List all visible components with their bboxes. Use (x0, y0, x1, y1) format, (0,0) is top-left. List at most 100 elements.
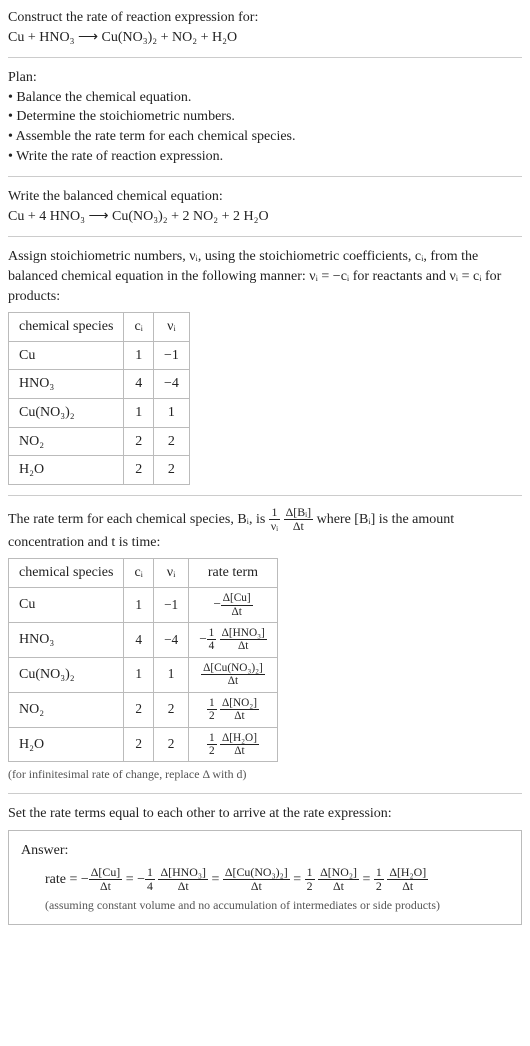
cell-species: Cu(NO₃)₂ (9, 398, 124, 427)
final-section: Set the rate terms equal to each other t… (8, 804, 522, 925)
cell-species: H₂O (9, 727, 124, 762)
cell-nui: −4 (153, 622, 188, 657)
cell-nui: 2 (153, 727, 188, 762)
table-header-row: chemical species cᵢ νᵢ rate term (9, 559, 278, 588)
delta-frac: Δ[NO₂]Δt (318, 866, 359, 893)
rate-term-section: The rate term for each chemical species,… (8, 506, 522, 783)
table-row: NO₂22 (9, 427, 190, 456)
rate-intro-part1: The rate term for each chemical species,… (8, 512, 269, 527)
cell-rate-term: −14 Δ[HNO₃]Δt (189, 622, 278, 657)
cell-species: NO₂ (9, 692, 124, 727)
cell-nui: 2 (153, 456, 189, 485)
cell-nui: −1 (153, 588, 188, 623)
plan-bullet: • Balance the chemical equation. (8, 88, 522, 108)
cell-nui: 1 (153, 657, 188, 692)
col-ci: cᵢ (124, 559, 154, 588)
cell-rate-term: Δ[Cu(NO₃)₂]Δt (189, 657, 278, 692)
balanced-equation: Cu + 4 HNO₃ ⟶ Cu(NO₃)₂ + 2 NO₂ + 2 H₂O (8, 207, 522, 227)
col-nui: νᵢ (153, 559, 188, 588)
divider (8, 57, 522, 58)
cell-ci: 2 (124, 692, 154, 727)
rate-term-intro: The rate term for each chemical species,… (8, 506, 522, 553)
coef-frac: 14 (207, 627, 217, 653)
divider (8, 176, 522, 177)
cell-rate-term: 12 Δ[H₂O]Δt (189, 727, 278, 762)
delta-frac: Δ[HNO₃]Δt (220, 627, 267, 653)
frac-delta-b-over-delta-t: Δ[Bᵢ]Δt (284, 506, 313, 533)
table-row: Cu1−1−Δ[Cu]Δt (9, 588, 278, 623)
table-row: H₂O2212 Δ[H₂O]Δt (9, 727, 278, 762)
answer-box: Answer: rate = −Δ[Cu]Δt = −14 Δ[HNO₃]Δt … (8, 830, 522, 925)
coef-frac: 12 (374, 866, 384, 893)
cell-ci: 4 (124, 370, 154, 399)
stoich-table: chemical species cᵢ νᵢ Cu1−1HNO₃4−4Cu(NO… (8, 312, 190, 485)
col-nui: νᵢ (153, 313, 189, 342)
cell-ci: 2 (124, 456, 154, 485)
cell-nui: −1 (153, 341, 189, 370)
cell-ci: 1 (124, 657, 154, 692)
final-title: Set the rate terms equal to each other t… (8, 804, 522, 824)
plan-section: Plan: • Balance the chemical equation.• … (8, 68, 522, 166)
table-header-row: chemical species cᵢ νᵢ (9, 313, 190, 342)
table-row: NO₂2212 Δ[NO₂]Δt (9, 692, 278, 727)
delta-frac: Δ[Cu(NO₃)₂]Δt (201, 662, 265, 688)
cell-ci: 2 (124, 427, 154, 456)
coef-frac: 14 (145, 866, 155, 893)
cell-rate-term: 12 Δ[NO₂]Δt (189, 692, 278, 727)
plan-bullet: • Assemble the rate term for each chemic… (8, 127, 522, 147)
problem-title: Construct the rate of reaction expressio… (8, 8, 522, 28)
coef-frac: 12 (305, 866, 315, 893)
rate-expression: rate = −Δ[Cu]Δt = −14 Δ[HNO₃]Δt = Δ[Cu(N… (21, 866, 509, 893)
frac-1-over-nu: 1νᵢ (269, 506, 280, 533)
cell-nui: 2 (153, 427, 189, 456)
stoich-intro: Assign stoichiometric numbers, νᵢ, using… (8, 247, 522, 306)
answer-label: Answer: (21, 841, 509, 861)
cell-ci: 1 (124, 398, 154, 427)
rate-table-note: (for infinitesimal rate of change, repla… (8, 766, 522, 783)
cell-species: Cu (9, 588, 124, 623)
cell-nui: 1 (153, 398, 189, 427)
table-row: H₂O22 (9, 456, 190, 485)
cell-species: HNO₃ (9, 370, 124, 399)
cell-species: NO₂ (9, 427, 124, 456)
col-species: chemical species (9, 559, 124, 588)
delta-frac: Δ[Cu]Δt (221, 592, 253, 618)
plan-title: Plan: (8, 68, 522, 88)
unbalanced-equation: Cu + HNO₃ ⟶ Cu(NO₃)₂ + NO₂ + H₂O (8, 28, 522, 48)
cell-species: H₂O (9, 456, 124, 485)
divider (8, 495, 522, 496)
col-species: chemical species (9, 313, 124, 342)
delta-frac: Δ[HNO₃]Δt (158, 866, 207, 893)
rate-terms-table: chemical species cᵢ νᵢ rate term Cu1−1−Δ… (8, 558, 278, 762)
final-note: (assuming constant volume and no accumul… (21, 897, 509, 914)
cell-species: HNO₃ (9, 622, 124, 657)
plan-bullet: • Write the rate of reaction expression. (8, 147, 522, 167)
delta-frac: Δ[Cu(NO₃)₂]Δt (223, 866, 290, 893)
delta-frac: Δ[NO₂]Δt (220, 697, 259, 723)
table-row: Cu(NO₃)₂11 (9, 398, 190, 427)
plan-bullet: • Determine the stoichiometric numbers. (8, 107, 522, 127)
cell-ci: 1 (124, 341, 154, 370)
cell-species: Cu (9, 341, 124, 370)
cell-species: Cu(NO₃)₂ (9, 657, 124, 692)
delta-frac: Δ[H₂O]Δt (220, 732, 259, 758)
col-rate-term: rate term (189, 559, 278, 588)
cell-ci: 1 (124, 588, 154, 623)
cell-rate-term: −Δ[Cu]Δt (189, 588, 278, 623)
delta-frac: Δ[H₂O]Δt (387, 866, 428, 893)
table-row: HNO₃4−4−14 Δ[HNO₃]Δt (9, 622, 278, 657)
divider (8, 236, 522, 237)
divider (8, 793, 522, 794)
table-row: Cu1−1 (9, 341, 190, 370)
table-row: Cu(NO₃)₂11Δ[Cu(NO₃)₂]Δt (9, 657, 278, 692)
coef-frac: 12 (207, 732, 217, 758)
balanced-section: Write the balanced chemical equation: Cu… (8, 187, 522, 226)
delta-frac: Δ[Cu]Δt (89, 866, 122, 893)
cell-nui: −4 (153, 370, 189, 399)
cell-ci: 2 (124, 727, 154, 762)
table-row: HNO₃4−4 (9, 370, 190, 399)
coef-frac: 12 (207, 697, 217, 723)
col-ci: cᵢ (124, 313, 154, 342)
cell-nui: 2 (153, 692, 188, 727)
cell-ci: 4 (124, 622, 154, 657)
